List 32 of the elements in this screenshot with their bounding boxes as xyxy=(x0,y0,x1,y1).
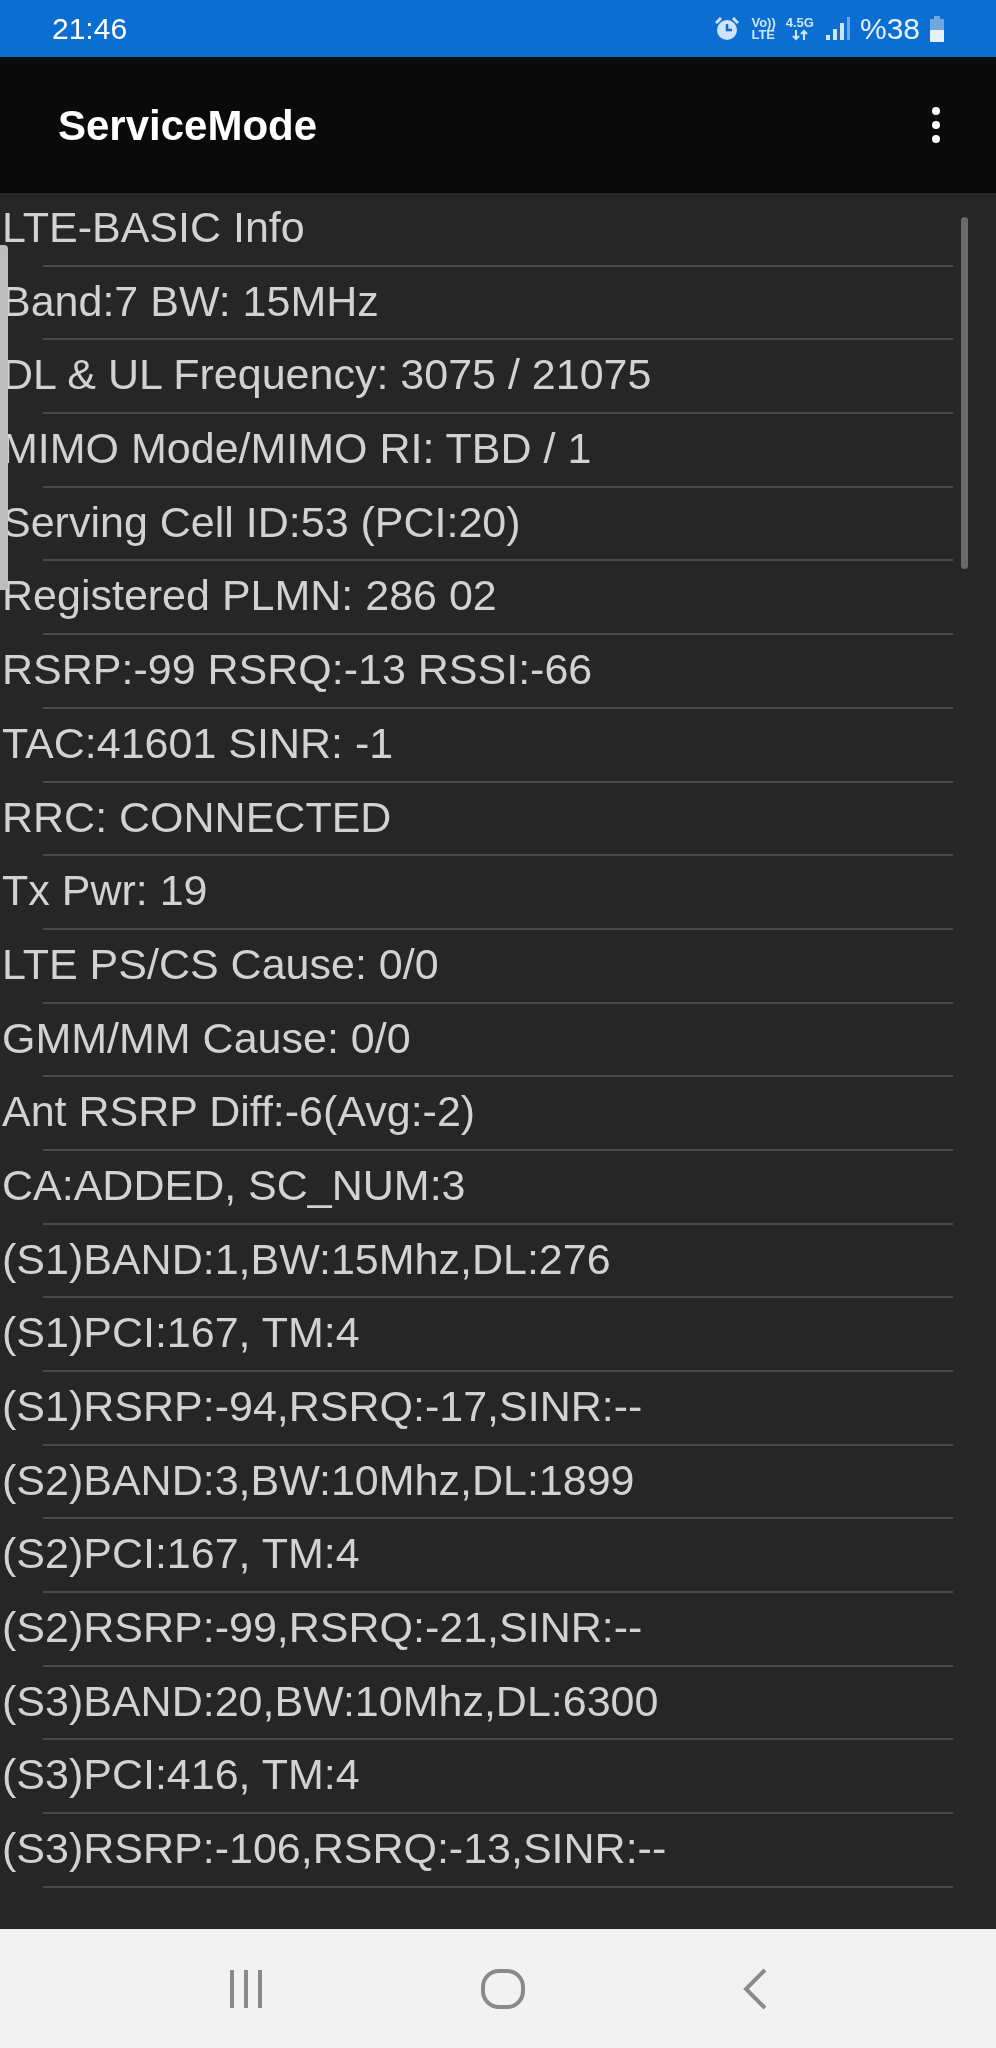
battery-icon xyxy=(930,15,944,42)
info-line: TAC:41601 SINR: -1 xyxy=(1,717,395,769)
info-line: MIMO Mode/MIMO RI: TBD / 1 xyxy=(1,423,593,475)
info-line: RRC: CONNECTED xyxy=(1,791,393,843)
info-line: (S3)BAND:20,BW:10Mhz,DL:6300 xyxy=(1,1675,660,1727)
info-line: Serving Cell ID:53 (PCI:20) xyxy=(1,496,522,548)
app-title: ServiceMode xyxy=(58,100,319,151)
info-line: (S2)BAND:3,BW:10Mhz,DL:1899 xyxy=(1,1454,636,1506)
signal-icon xyxy=(823,15,850,42)
home-icon[interactable] xyxy=(480,1967,526,2010)
info-line: (S3)RSRP:-106,RSRQ:-13,SINR:-- xyxy=(1,1823,668,1875)
info-line: (S2)PCI:167, TM:4 xyxy=(1,1528,361,1580)
status-time: 21:46 xyxy=(52,11,128,47)
info-line: Tx Pwr: 19 xyxy=(1,865,209,917)
info-line: LTE-BASIC Info xyxy=(1,202,306,253)
info-line: (S2)RSRP:-99,RSRQ:-21,SINR:-- xyxy=(1,1602,644,1654)
info-line: CA:ADDED, SC_NUM:3 xyxy=(1,1159,467,1211)
alarm-icon xyxy=(713,14,742,43)
info-line: RSRP:-99 RSRQ:-13 RSSI:-66 xyxy=(1,644,594,696)
info-line: GMM/MM Cause: 0/0 xyxy=(1,1012,412,1064)
info-line: (S1)BAND:1,BW:15Mhz,DL:276 xyxy=(1,1233,612,1285)
info-line: (S3)PCI:416, TM:4 xyxy=(1,1749,361,1801)
network-type: 4.5G xyxy=(785,16,814,29)
volte-label: Vo)) xyxy=(751,16,776,29)
info-line: Registered PLMN: 286 02 xyxy=(1,570,498,622)
info-line: (S1)RSRP:-94,RSRQ:-17,SINR:-- xyxy=(1,1381,644,1432)
info-line: Ant RSRP Diff:-6(Avg:-2) xyxy=(1,1086,477,1138)
info-line: LTE PS/CS Cause: 0/0 xyxy=(1,938,440,990)
info-line: Band:7 BW: 15MHz xyxy=(1,275,380,327)
info-line: (S1)PCI:167, TM:4 xyxy=(1,1307,361,1359)
battery-percent: %38 xyxy=(859,11,920,47)
data-arrows-icon xyxy=(790,28,809,41)
